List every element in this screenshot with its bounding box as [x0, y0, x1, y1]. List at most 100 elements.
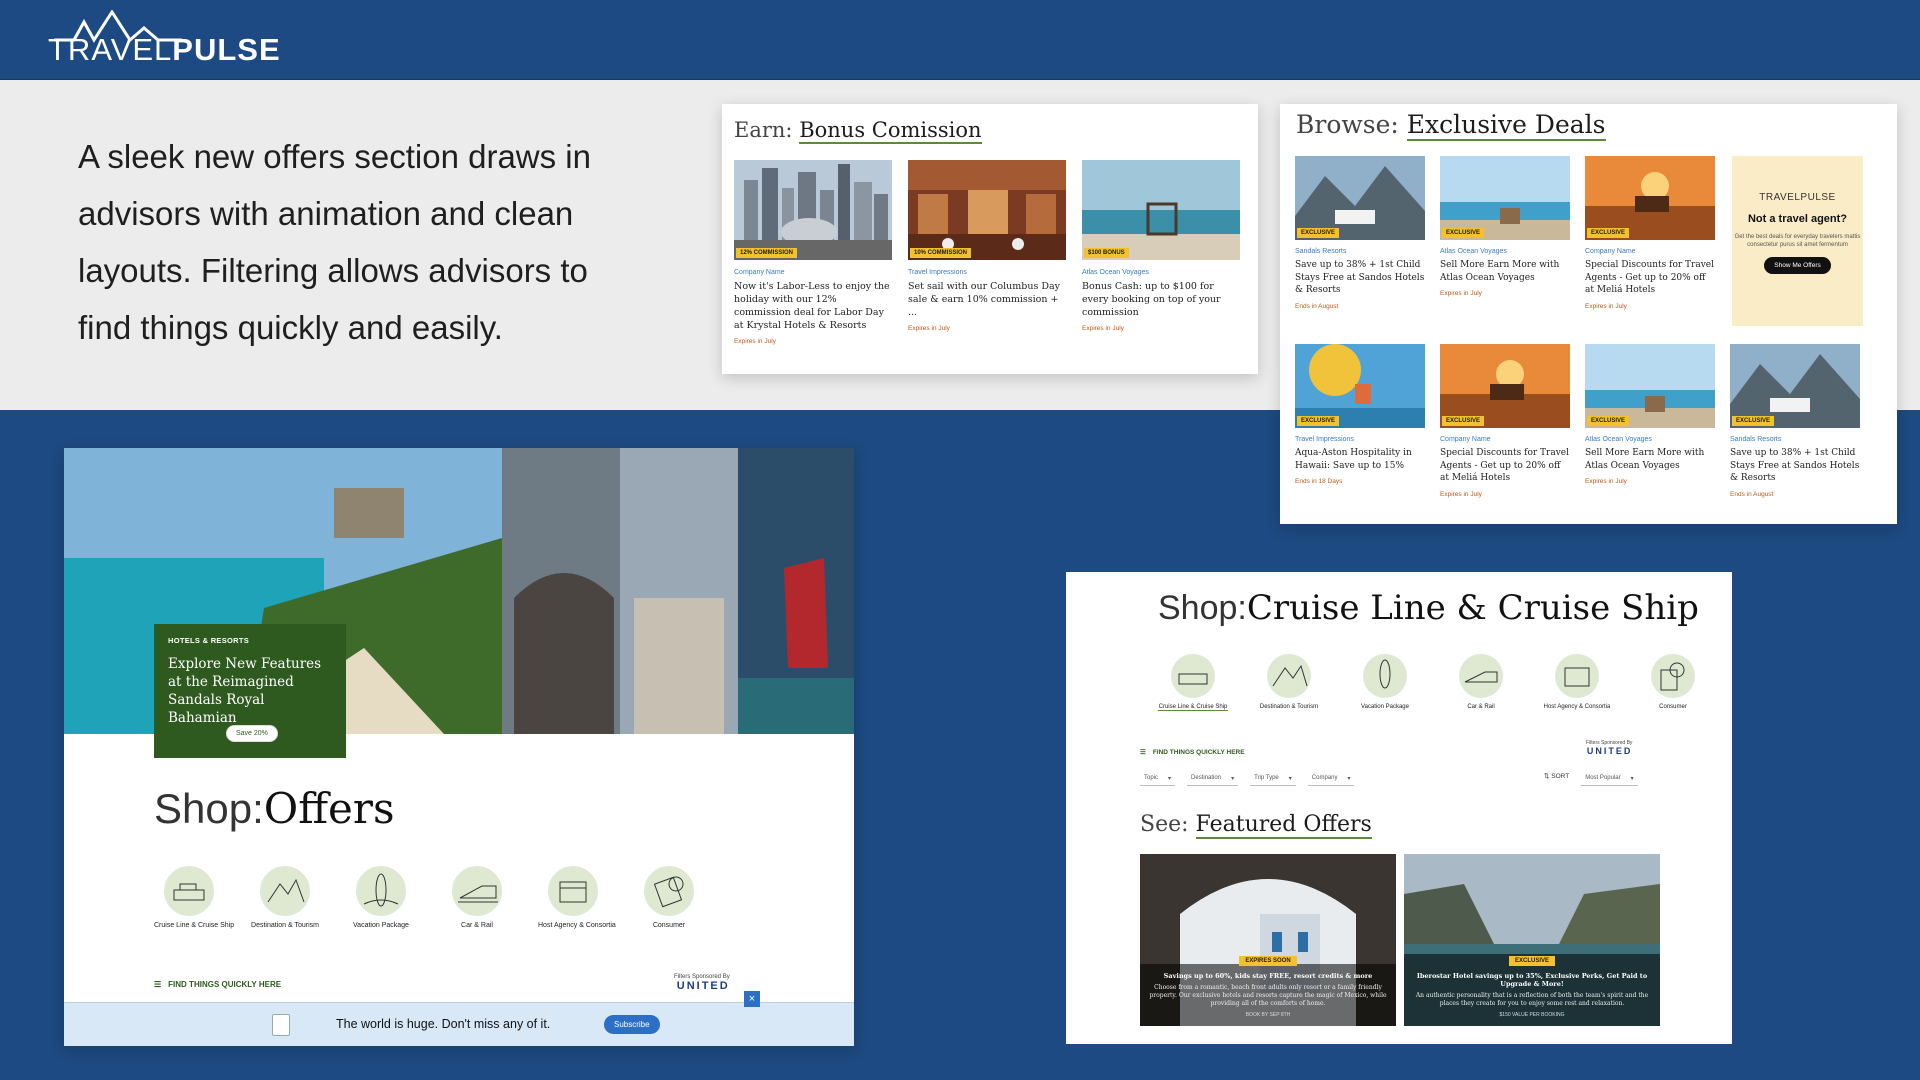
newsletter-icon [272, 1014, 290, 1036]
trip-type-dropdown[interactable]: Trip Type ▾ [1250, 772, 1296, 786]
chevron-down-icon: ▾ [1231, 776, 1235, 782]
united-logo: UNITED [1586, 746, 1633, 756]
commission-tag: 10% COMMISSION [910, 248, 972, 258]
agent-title: Not a travel agent? [1747, 213, 1848, 225]
category-consumer[interactable]: Consumer [1638, 654, 1708, 711]
passport-globe-icon [1651, 654, 1695, 698]
category-cruise[interactable]: Cruise Line & Cruise Ship [1158, 654, 1228, 711]
company-dropdown[interactable]: Company ▾ [1307, 772, 1355, 786]
deal-card[interactable]: EXCLUSIVE Sandals Resorts Save up to 38%… [1730, 344, 1860, 498]
newsletter-promo-bar: × The world is huge. Don't miss any of i… [64, 991, 854, 1046]
filter-dropdowns: Topic ▾ Destination ▾ Trip Type ▾ Company ▾ [1140, 772, 1355, 786]
sort-button[interactable]: ⇅ SORT [1544, 772, 1569, 786]
sort-icon: ⇅ [1544, 773, 1550, 780]
expiry-text: Ends in 18 Days [1295, 478, 1343, 485]
card-description: Set sail with our Columbus Day sale & ea… [908, 281, 1061, 318]
sort-dropdown[interactable]: Most Popular ▾ [1581, 772, 1638, 786]
hero-kicker: HOTELS & RESORTS [168, 636, 250, 645]
close-icon[interactable]: × [744, 991, 760, 1007]
category-filter-row: Cruise Line & Cruise Ship Destination & … [1158, 654, 1708, 711]
travelpulse-logo[interactable]: TRAVELPULSE [48, 10, 288, 70]
featured-offer-card[interactable]: EXCLUSIVE Iberostar Hotel savings up to … [1404, 854, 1660, 1026]
company-name: Atlas Ocean Voyages [1082, 269, 1149, 276]
save-20-button[interactable]: Save 20% [226, 725, 278, 742]
expiry-text: Expires in July [1440, 290, 1482, 297]
passport-globe-icon [644, 866, 694, 916]
parasailing-image: EXCLUSIVE [1295, 344, 1425, 428]
expiry-text: Expires in July [1440, 490, 1482, 498]
find-things-link[interactable]: ☰ FIND THINGS QUICKLY HERE [154, 980, 281, 989]
shop-offers-panel: HOTELS & RESORTS Explore New Features at… [64, 448, 854, 1046]
deal-card[interactable]: EXCLUSIVE Sandals Resorts Save up to 38%… [1295, 156, 1425, 310]
exclusive-tag: EXCLUSIVE [1732, 416, 1775, 426]
surfboard-icon [356, 866, 406, 916]
chevron-down-icon: ▾ [1347, 776, 1351, 782]
exclusive-tag: EXCLUSIVE [1297, 416, 1340, 426]
subscribe-button[interactable]: Subscribe [604, 1015, 660, 1034]
card-description: Special Discounts for Travel Agents - Ge… [1440, 448, 1570, 483]
card-description: Aqua-Aston Hospitality in Hawaii: Save u… [1295, 448, 1412, 471]
destination-dropdown[interactable]: Destination ▾ [1187, 772, 1239, 786]
company-name: Atlas Ocean Voyages [1440, 248, 1507, 255]
beach-image: $100 BONUS [1082, 160, 1240, 260]
exclusive-tag: EXCLUSIVE [1442, 416, 1485, 426]
company-name: Travel Impressions [1295, 436, 1354, 443]
category-car-rail[interactable]: Car & Rail [442, 866, 512, 929]
category-car-rail[interactable]: Car & Rail [1446, 654, 1516, 711]
shop-cruise-title: Shop:Cruise Line & Cruise Ship [1158, 588, 1699, 628]
agent-subtitle: Get the best deals for everyday traveler… [1734, 234, 1861, 248]
featured-offer-card[interactable]: EXPIRES SOON Savings up to 60%, kids sta… [1140, 854, 1396, 1026]
bonus-commission-panel: Earn: Bonus Comission 12% COMMISSION Com… [722, 104, 1258, 374]
deal-card[interactable]: EXCLUSIVE Company Name Special Discounts… [1440, 344, 1570, 498]
company-name: Company Name [1585, 248, 1636, 255]
not-travel-agent-box: TRAVELPULSE Not a travel agent? Get the … [1732, 156, 1863, 326]
find-things-link[interactable]: ☰ FIND THINGS QUICKLY HERE [1140, 748, 1245, 757]
card-description: Now it's Labor-Less to enjoy the holiday… [734, 281, 890, 331]
exclusive-tag: EXCLUSIVE [1587, 416, 1630, 426]
sunset-ship-image: EXCLUSIVE [1585, 156, 1715, 240]
category-host-agency[interactable]: Host Agency & Consortia [1542, 654, 1612, 711]
promo-text: The world is huge. Don't miss any of it. [336, 1017, 551, 1031]
category-consumer[interactable]: Consumer [634, 866, 704, 929]
mountain-bed-image: EXCLUSIVE [1295, 156, 1425, 240]
shop-cruise-panel: Shop:Cruise Line & Cruise Ship Cruise Li… [1066, 572, 1732, 1044]
card-description: Sell More Earn More with Atlas Ocean Voy… [1440, 260, 1560, 283]
deal-card[interactable]: EXCLUSIVE Atlas Ocean Voyages Sell More … [1440, 156, 1570, 297]
category-destination[interactable]: Destination & Tourism [1254, 654, 1324, 711]
commission-tag: 12% COMMISSION [736, 248, 798, 258]
united-logo: UNITED [676, 980, 730, 992]
mountain-flag-icon [1267, 654, 1311, 698]
expiry-text: Expires in July [1585, 302, 1627, 310]
filter-sliders-icon: ☰ [154, 980, 162, 989]
mountain-flag-icon [260, 866, 310, 916]
card-description: Save up to 38% + 1st Child Stays Free at… [1730, 448, 1860, 483]
expiry-text: Expires in July [734, 338, 776, 345]
category-cruise[interactable]: Cruise Line & Cruise Ship [154, 866, 234, 929]
deal-card[interactable]: EXCLUSIVE Travel Impressions Aqua-Aston … [1295, 344, 1425, 485]
category-vacation[interactable]: Vacation Package [1350, 654, 1420, 711]
category-host-agency[interactable]: Host Agency & Consortia [538, 866, 616, 929]
train-icon [1459, 654, 1503, 698]
featured-offer-caption: EXCLUSIVE Iberostar Hotel savings up to … [1415, 956, 1649, 1018]
show-me-offers-button[interactable]: Show Me Offers [1764, 257, 1831, 274]
exclusive-tag: EXCLUSIVE [1508, 956, 1555, 966]
exclusive-tag: EXCLUSIVE [1442, 228, 1485, 238]
surfboard-icon [1363, 654, 1407, 698]
bonus-card[interactable]: 12% COMMISSION Company Name Now it's Lab… [734, 160, 892, 345]
exclusive-tag: EXCLUSIVE [1587, 228, 1630, 238]
bonus-card[interactable]: 10% COMMISSION Travel Impressions Set sa… [908, 160, 1066, 332]
topic-dropdown[interactable]: Topic ▾ [1140, 772, 1176, 786]
sort-controls: ⇅ SORT Most Popular ▾ [1544, 772, 1638, 786]
bonus-card[interactable]: $100 BONUS Atlas Ocean Voyages Bonus Cas… [1082, 160, 1240, 332]
logo-text: TRAVELPULSE [48, 32, 281, 67]
expiry-text: Ends in August [1730, 490, 1774, 498]
filter-sponsor: Filters Sponsored By UNITED [674, 974, 730, 992]
bonus-tag: $100 BONUS [1084, 248, 1129, 258]
category-vacation[interactable]: Vacation Package [346, 866, 416, 929]
deal-card[interactable]: EXCLUSIVE Atlas Ocean Voyages Sell More … [1585, 344, 1715, 485]
card-description: Save up to 38% + 1st Child Stays Free at… [1295, 260, 1425, 295]
category-destination[interactable]: Destination & Tourism [250, 866, 320, 929]
deal-card[interactable]: EXCLUSIVE Company Name Special Discounts… [1585, 156, 1715, 310]
hero-feature-card[interactable]: HOTELS & RESORTS Explore New Features at… [154, 624, 346, 758]
card-description: Bonus Cash: up to $100 for every booking… [1082, 281, 1221, 318]
